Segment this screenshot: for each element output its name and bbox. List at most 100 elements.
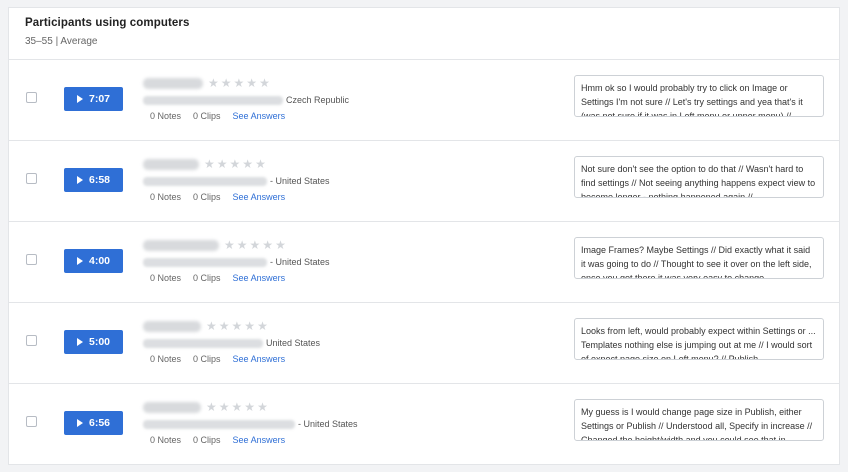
select-checkbox[interactable]: [26, 416, 37, 427]
panel-subtitle: 35–55 | Average: [25, 36, 98, 47]
star-icon[interactable]: ★: [257, 320, 268, 332]
participant-stats: 0 Notes 0 Clips See Answers: [150, 435, 285, 445]
participant-location: - United States: [270, 176, 330, 186]
select-checkbox[interactable]: [26, 173, 37, 184]
star-icon[interactable]: ★: [246, 77, 257, 89]
play-icon: [76, 419, 83, 427]
play-video-button[interactable]: 6:58: [64, 168, 123, 192]
star-icon[interactable]: ★: [208, 77, 219, 89]
star-icon[interactable]: ★: [206, 401, 217, 413]
redacted-demographics: [143, 338, 263, 348]
star-icon[interactable]: ★: [204, 158, 215, 170]
star-icon[interactable]: ★: [242, 158, 253, 170]
participant-row: 7:07 ★ ★ ★ ★ ★ Czech Republic 0 Notes 0 …: [9, 60, 839, 141]
participant-meta: - United States: [143, 176, 330, 186]
participant-row: 4:00 ★ ★ ★ ★ ★ - United States 0 Notes 0…: [9, 222, 839, 303]
see-answers-link[interactable]: See Answers: [233, 435, 286, 445]
notes-count: 0 Notes: [150, 273, 182, 283]
clips-count: 0 Clips: [193, 192, 221, 202]
star-icon[interactable]: ★: [250, 239, 261, 251]
participant-name-line: ★ ★ ★ ★ ★: [143, 157, 266, 171]
play-icon: [76, 176, 83, 184]
participants-panel: Participants using computers 35–55 | Ave…: [8, 7, 840, 465]
rating-stars[interactable]: ★ ★ ★ ★ ★: [208, 77, 270, 89]
notes-count: 0 Notes: [150, 111, 182, 121]
participant-stats: 0 Notes 0 Clips See Answers: [150, 354, 285, 364]
redacted-demographics: [143, 257, 267, 267]
star-icon[interactable]: ★: [217, 158, 228, 170]
select-checkbox[interactable]: [26, 335, 37, 346]
see-answers-link[interactable]: See Answers: [233, 354, 286, 364]
participant-row: 6:58 ★ ★ ★ ★ ★ - United States 0 Notes 0…: [9, 141, 839, 222]
redacted-demographics: [143, 95, 283, 105]
transcript-box[interactable]: Not sure don't see the option to do that…: [574, 156, 824, 198]
star-icon[interactable]: ★: [206, 320, 217, 332]
participant-row: 5:00 ★ ★ ★ ★ ★ United States 0 Notes 0 C…: [9, 303, 839, 384]
panel-header: Participants using computers 35–55 | Ave…: [9, 8, 839, 60]
star-icon[interactable]: ★: [275, 239, 286, 251]
participant-stats: 0 Notes 0 Clips See Answers: [150, 192, 285, 202]
rating-stars[interactable]: ★ ★ ★ ★ ★: [224, 239, 286, 251]
video-duration: 7:07: [88, 93, 110, 105]
participant-meta: Czech Republic: [143, 95, 349, 105]
play-video-button[interactable]: 6:56: [64, 411, 123, 435]
star-icon[interactable]: ★: [255, 158, 266, 170]
star-icon[interactable]: ★: [219, 401, 230, 413]
star-icon[interactable]: ★: [237, 239, 248, 251]
participant-meta: - United States: [143, 257, 330, 267]
rating-stars[interactable]: ★ ★ ★ ★ ★: [206, 320, 268, 332]
redacted-name: [143, 239, 219, 251]
play-video-button[interactable]: 5:00: [64, 330, 123, 354]
video-duration: 6:58: [88, 174, 110, 186]
star-icon[interactable]: ★: [259, 77, 270, 89]
clips-count: 0 Clips: [193, 435, 221, 445]
redacted-name: [143, 320, 201, 332]
redacted-name: [143, 158, 199, 170]
play-video-button[interactable]: 7:07: [64, 87, 123, 111]
participant-meta: United States: [143, 338, 320, 348]
participant-name-line: ★ ★ ★ ★ ★: [143, 238, 286, 252]
participant-name-line: ★ ★ ★ ★ ★: [143, 76, 270, 90]
star-icon[interactable]: ★: [262, 239, 273, 251]
rating-stars[interactable]: ★ ★ ★ ★ ★: [206, 401, 268, 413]
see-answers-link[interactable]: See Answers: [233, 111, 286, 121]
participant-stats: 0 Notes 0 Clips See Answers: [150, 111, 285, 121]
transcript-box[interactable]: Image Frames? Maybe Settings // Did exac…: [574, 237, 824, 279]
star-icon[interactable]: ★: [230, 158, 241, 170]
play-video-button[interactable]: 4:00: [64, 249, 123, 273]
star-icon[interactable]: ★: [232, 401, 243, 413]
clips-count: 0 Clips: [193, 273, 221, 283]
see-answers-link[interactable]: See Answers: [233, 273, 286, 283]
notes-count: 0 Notes: [150, 354, 182, 364]
clips-count: 0 Clips: [193, 111, 221, 121]
star-icon[interactable]: ★: [219, 320, 230, 332]
participant-row: 6:56 ★ ★ ★ ★ ★ - United States 0 Notes 0…: [9, 384, 839, 464]
see-answers-link[interactable]: See Answers: [233, 192, 286, 202]
transcript-box[interactable]: My guess is I would change page size in …: [574, 399, 824, 441]
star-icon[interactable]: ★: [234, 77, 245, 89]
participant-location: Czech Republic: [286, 95, 350, 105]
star-icon[interactable]: ★: [244, 320, 255, 332]
redacted-demographics: [143, 419, 295, 429]
participant-stats: 0 Notes 0 Clips See Answers: [150, 273, 285, 283]
participant-meta: - United States: [143, 419, 358, 429]
select-checkbox[interactable]: [26, 254, 37, 265]
video-duration: 5:00: [88, 336, 110, 348]
star-icon[interactable]: ★: [232, 320, 243, 332]
redacted-demographics: [143, 176, 267, 186]
play-icon: [76, 257, 83, 265]
participant-location: - United States: [270, 257, 330, 267]
play-icon: [76, 95, 83, 103]
transcript-box[interactable]: Looks from left, would probably expect w…: [574, 318, 824, 360]
participant-location: United States: [266, 338, 321, 348]
select-checkbox[interactable]: [26, 92, 37, 103]
redacted-name: [143, 77, 203, 89]
redacted-name: [143, 401, 201, 413]
rating-stars[interactable]: ★ ★ ★ ★ ★: [204, 158, 266, 170]
transcript-box[interactable]: Hmm ok so I would probably try to click …: [574, 75, 824, 117]
clips-count: 0 Clips: [193, 354, 221, 364]
star-icon[interactable]: ★: [221, 77, 232, 89]
star-icon[interactable]: ★: [224, 239, 235, 251]
star-icon[interactable]: ★: [244, 401, 255, 413]
star-icon[interactable]: ★: [257, 401, 268, 413]
